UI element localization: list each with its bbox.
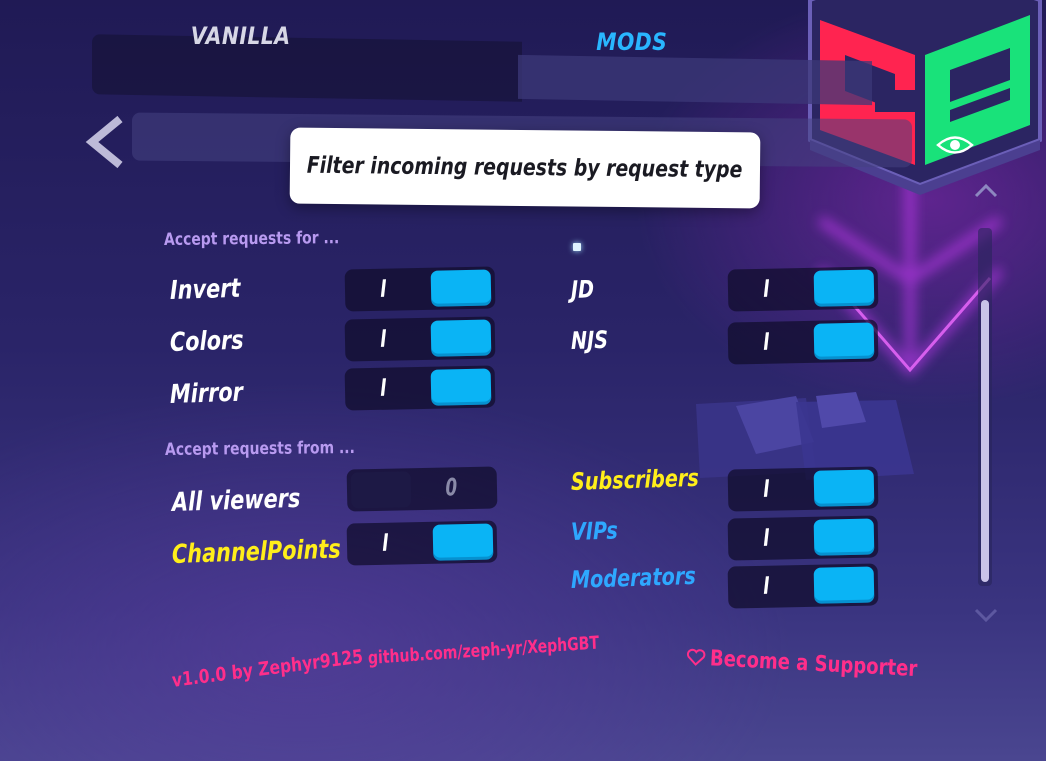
toggle-knob	[432, 523, 494, 561]
channelpoints-label: ChannelPoints	[171, 534, 342, 570]
hint-tooltip-text: Filter incoming requests by request type	[307, 152, 743, 184]
toggle-knob	[813, 566, 875, 604]
eye-icon[interactable]	[936, 134, 974, 156]
toggle-state: I	[382, 528, 389, 557]
toggle-knob	[430, 319, 492, 357]
sparkle-dot	[573, 243, 581, 251]
version-credit: v1.0.0 by Zephyr9125	[171, 645, 364, 692]
channelpoints-toggle[interactable]: I	[346, 520, 498, 566]
github-link[interactable]: github.com/zeph-yr/XephGBT	[368, 632, 600, 668]
toggle-state: I	[763, 274, 770, 303]
jd-label: JD	[570, 275, 595, 304]
mirror-label: Mirror	[169, 377, 244, 410]
toggle-knob	[430, 269, 492, 307]
invert-label: Invert	[169, 273, 241, 306]
heart-icon	[686, 648, 706, 666]
toggle-state: I	[380, 324, 387, 353]
tab-vanilla[interactable]	[92, 34, 522, 102]
toggle-knob	[813, 322, 875, 360]
colors-label: Colors	[169, 325, 244, 358]
scrollbar-thumb[interactable]	[981, 300, 989, 582]
types-section-header: Accept requests for ...	[163, 228, 340, 250]
toggle-knob	[813, 518, 875, 556]
mirror-toggle[interactable]: I	[344, 365, 496, 411]
vips-toggle[interactable]: I	[727, 515, 879, 561]
supporter-link[interactable]: Become a Supporter	[685, 642, 963, 686]
toggle-knob	[813, 469, 875, 507]
toggle-state: I	[380, 373, 387, 402]
tab-mods-label: MODS	[596, 28, 668, 56]
toggle-off-half	[350, 471, 412, 509]
toggle-state: I	[380, 274, 387, 303]
toggle-knob	[813, 269, 875, 307]
toggle-state: I	[763, 523, 770, 552]
toggle-state: I	[763, 571, 770, 600]
from-section-header: Accept requests from ...	[164, 437, 355, 460]
njs-toggle[interactable]: I	[727, 319, 879, 365]
hint-tooltip: Filter incoming requests by request type	[289, 127, 761, 209]
moderators-toggle[interactable]: I	[727, 563, 879, 609]
tab-mods[interactable]	[518, 54, 872, 106]
toggle-state: I	[763, 327, 770, 356]
moderators-label: Moderators	[570, 561, 697, 594]
toggle-knob	[430, 368, 492, 406]
vips-label: VIPs	[570, 516, 619, 546]
subscribers-toggle[interactable]: I	[727, 466, 879, 512]
subscribers-label: Subscribers	[570, 463, 700, 496]
invert-toggle[interactable]: I	[344, 266, 496, 312]
back-arrow-icon[interactable]	[84, 115, 130, 169]
all-viewers-toggle[interactable]: 0	[346, 466, 498, 512]
toggle-state: 0	[445, 473, 458, 502]
tab-vanilla-label: VANILLA	[190, 22, 291, 50]
colors-toggle[interactable]: I	[344, 316, 496, 362]
supporter-label: Become a Supporter	[709, 645, 918, 682]
chevron-down-icon[interactable]	[972, 606, 1000, 626]
all-viewers-label: All viewers	[171, 483, 301, 518]
njs-label: NJS	[570, 325, 609, 355]
toggle-state: I	[763, 474, 770, 503]
jd-toggle[interactable]: I	[727, 266, 879, 312]
chevron-up-icon[interactable]	[972, 180, 1000, 200]
